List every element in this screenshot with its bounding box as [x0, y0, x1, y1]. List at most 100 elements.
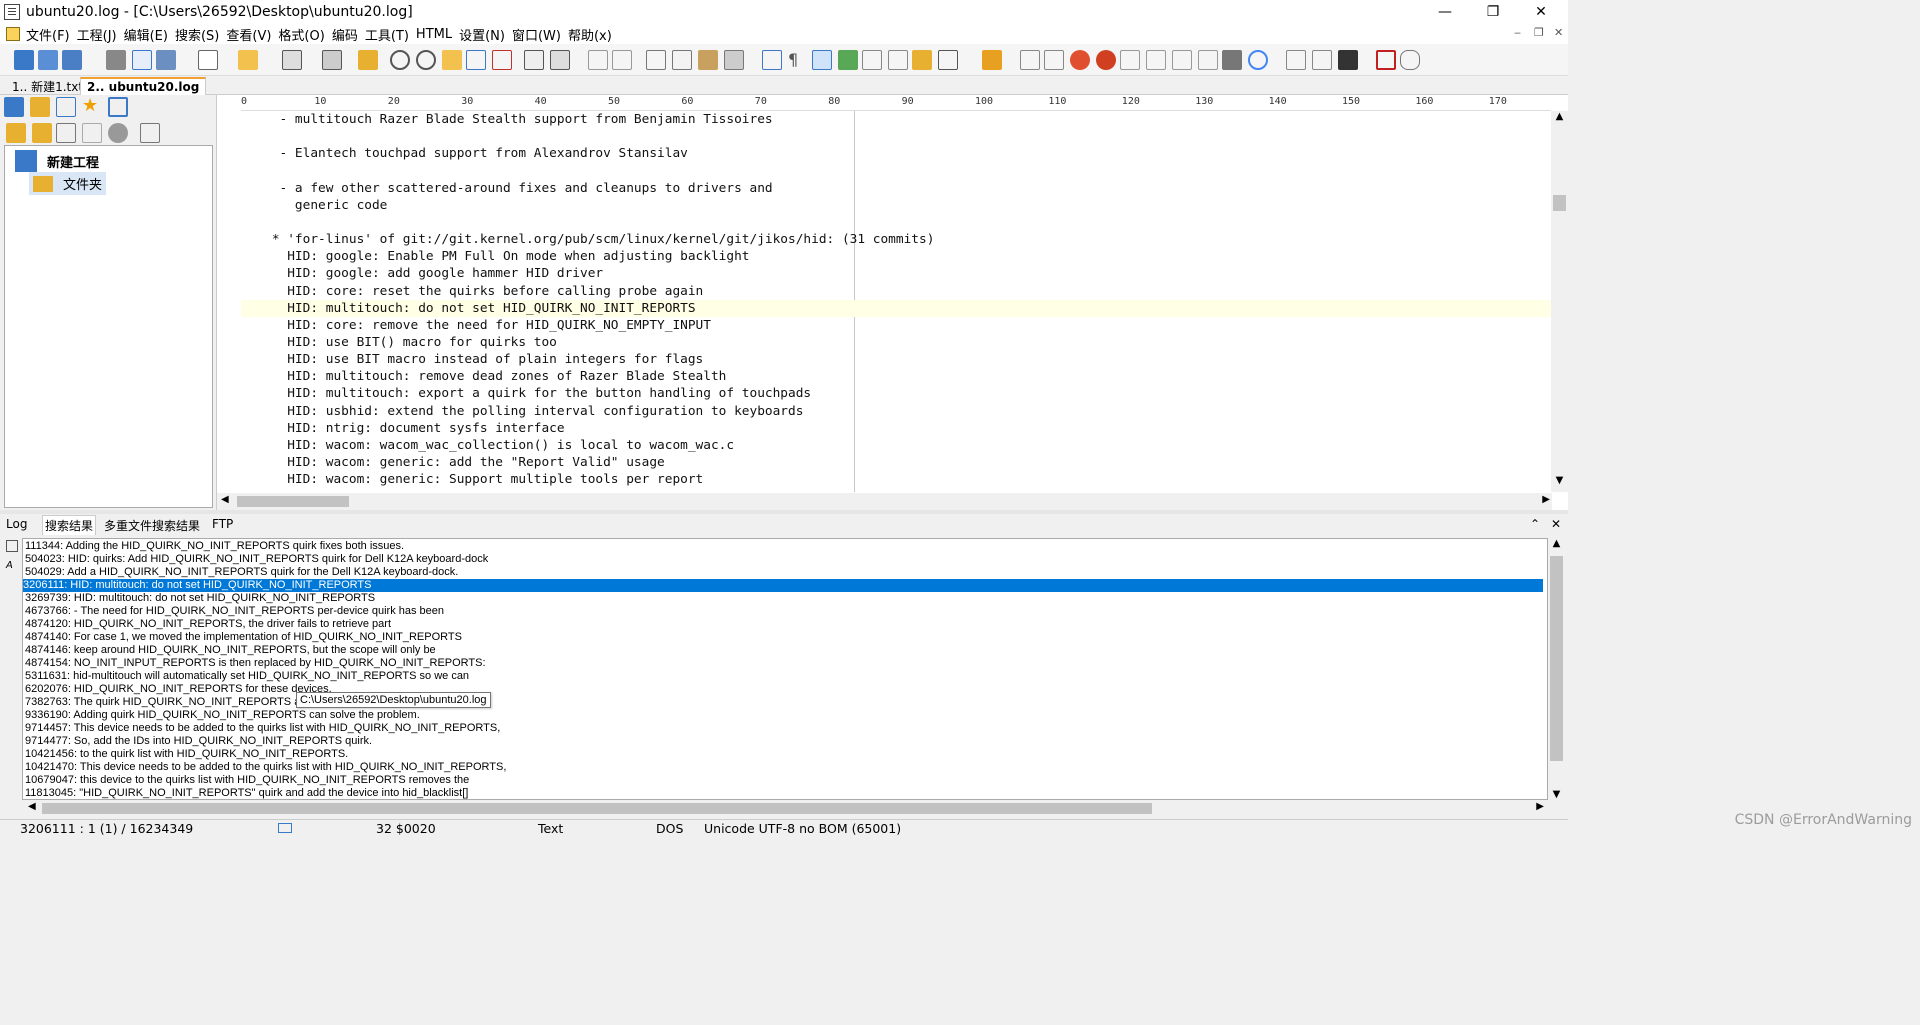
project-tools-icon[interactable]: [140, 123, 160, 143]
menu-format[interactable]: 格式(O): [278, 25, 331, 44]
scroll-down-icon[interactable]: ▼: [1551, 475, 1568, 492]
tab-search-results[interactable]: 搜索结果: [42, 515, 97, 535]
code-line[interactable]: HID: wacom: wacom_wac_collection() is lo…: [241, 437, 1551, 454]
results-font-icon[interactable]: A: [6, 560, 13, 571]
terminal-icon[interactable]: [1338, 50, 1358, 70]
replace-icon[interactable]: [416, 50, 436, 70]
tag-upper-icon[interactable]: [1146, 50, 1166, 70]
menu-tools[interactable]: 工具(T): [365, 25, 416, 44]
stop-record-icon[interactable]: [1376, 50, 1396, 70]
mdi-minimize-button[interactable]: ‒: [1514, 26, 1521, 39]
code-line[interactable]: HID: multitouch: export a quirk for the …: [241, 385, 1551, 402]
result-row[interactable]: 10679047: this device to the quirks list…: [25, 774, 1545, 787]
document-menu-icon[interactable]: [6, 27, 20, 41]
results-vertical-scrollbar[interactable]: ▲ ▼: [1548, 538, 1565, 800]
editor-hscroll-thumb[interactable]: [237, 496, 349, 507]
pin-icon[interactable]: [982, 50, 1002, 70]
new-file-icon[interactable]: [198, 50, 218, 70]
result-row[interactable]: 4673766: - The need for HID_QUIRK_NO_INI…: [25, 605, 1545, 618]
code-line[interactable]: HID: core: remove the need for HID_QUIRK…: [241, 317, 1551, 334]
current-line[interactable]: HID: multitouch: do not set HID_QUIRK_NO…: [241, 299, 1551, 317]
tag-lower-icon[interactable]: [1172, 50, 1192, 70]
code-line[interactable]: HID: usbhid: extend the polling interval…: [241, 403, 1551, 420]
tab-ftp[interactable]: FTP: [212, 517, 233, 531]
find-in-files-icon[interactable]: [442, 50, 462, 70]
print-icon[interactable]: [550, 50, 570, 70]
result-row[interactable]: 11813045: "HID_QUIRK_NO_INIT_REPORTS" qu…: [25, 787, 1545, 799]
menu-search[interactable]: 搜索(S): [175, 25, 226, 44]
print-preview-icon[interactable]: [524, 50, 544, 70]
ftp-tab-icon[interactable]: [56, 97, 76, 117]
result-row[interactable]: 9336190: Adding quirk HID_QUIRK_NO_INIT_…: [25, 709, 1545, 722]
status-wrap-icon[interactable]: [278, 823, 292, 833]
copy-icon[interactable]: [672, 50, 692, 70]
delete-icon[interactable]: [724, 50, 744, 70]
code-area[interactable]: - multitouch Razer Blade Stealth support…: [241, 111, 1551, 492]
results-scroll-up-icon[interactable]: ▲: [1548, 538, 1565, 549]
code-line[interactable]: - a few other scattered-around fixes and…: [241, 180, 1551, 197]
filter-icon[interactable]: [1222, 50, 1242, 70]
editor-vertical-scrollbar[interactable]: ▲ ▼: [1551, 111, 1568, 492]
minimize-button[interactable]: —: [1422, 0, 1468, 24]
results-horizontal-scrollbar[interactable]: ◀ ▶: [22, 800, 1548, 817]
tab-ubuntu20[interactable]: 2.. ubuntu20.log: [80, 77, 207, 95]
outdent-icon[interactable]: [1044, 50, 1064, 70]
save-all-icon[interactable]: [322, 50, 342, 70]
results-hscroll-thumb[interactable]: [42, 803, 1152, 814]
color-picker-10-icon[interactable]: [1096, 50, 1116, 70]
result-row[interactable]: 10421456: to the quirk list with HID_QUI…: [25, 748, 1545, 761]
html-to-text-icon[interactable]: [1120, 50, 1140, 70]
windows-tab-icon[interactable]: [108, 97, 128, 117]
tree-folder[interactable]: 文件夹: [29, 172, 107, 195]
remove-file-icon[interactable]: [82, 123, 102, 143]
selected-result-row[interactable]: 3206111: HID: multitouch: do not set HID…: [23, 579, 1543, 592]
menu-window[interactable]: 窗口(W): [512, 25, 568, 44]
mdi-close-button[interactable]: ✕: [1554, 26, 1563, 39]
show-spaces-icon[interactable]: ¶: [788, 50, 808, 70]
code-line[interactable]: [241, 214, 1551, 231]
open-file-icon[interactable]: [238, 50, 258, 70]
scroll-right-icon[interactable]: ▶: [1542, 494, 1550, 505]
menu-file[interactable]: 文件(F): [26, 25, 77, 44]
editor-scroll-thumb[interactable]: [1553, 195, 1566, 211]
line-numbers-icon[interactable]: [862, 50, 882, 70]
remove-folder-icon[interactable]: [32, 123, 52, 143]
code-line[interactable]: HID: wacom: generic: add the "Report Val…: [241, 454, 1551, 471]
result-row[interactable]: 4874146: keep around HID_QUIRK_NO_INIT_R…: [25, 644, 1545, 657]
menu-encoding[interactable]: 编码: [332, 25, 365, 44]
result-row[interactable]: 9714477: So, add the IDs into HID_QUIRK_…: [25, 735, 1545, 748]
save-project-icon[interactable]: [62, 50, 82, 70]
save-icon[interactable]: [282, 50, 302, 70]
undo-icon[interactable]: [588, 50, 608, 70]
menu-settings[interactable]: 设置(N): [459, 25, 512, 44]
code-line[interactable]: HID: wacom: generic: Support multiple to…: [241, 471, 1551, 488]
result-row[interactable]: 10421470: This device needs to be added …: [25, 761, 1545, 774]
new-project-icon[interactable]: [14, 50, 34, 70]
editor-horizontal-scrollbar[interactable]: ◀ ▶: [217, 493, 1552, 510]
code-line[interactable]: - multitouch Razer Blade Stealth support…: [241, 111, 1551, 128]
restore-button[interactable]: ❐: [1470, 0, 1516, 24]
tree-icon[interactable]: [358, 50, 378, 70]
result-row[interactable]: 4874140: For case 1, we moved the implem…: [25, 631, 1545, 644]
result-row[interactable]: 9714457: This device needs to be added t…: [25, 722, 1545, 735]
code-line[interactable]: [241, 128, 1551, 145]
close-button[interactable]: ✕: [1518, 0, 1564, 24]
code-line[interactable]: HID: multitouch: remove dead zones of Ra…: [241, 368, 1551, 385]
google-search-icon[interactable]: [1248, 50, 1268, 70]
folder-tab-icon[interactable]: [30, 97, 50, 117]
result-row[interactable]: 7382763: The quirk HID_QUIRK_NO_INIT_REP…: [25, 696, 1545, 709]
result-row[interactable]: 4874120: HID_QUIRK_NO_INIT_REPORTS, the …: [25, 618, 1545, 631]
word-wrap-icon[interactable]: [812, 50, 832, 70]
result-row[interactable]: 111344: Adding the HID_QUIRK_NO_INIT_REP…: [25, 540, 1545, 553]
tab-multi-file-search-results[interactable]: 多重文件搜索结果: [104, 517, 200, 534]
indent-icon[interactable]: [1020, 50, 1040, 70]
project-tab-icon[interactable]: [4, 97, 24, 117]
text-editor[interactable]: 0 10 20 30 40 50 60 70 80 90 100 110 120 130 140 150 160…: [216, 95, 1568, 510]
add-file-icon[interactable]: [56, 123, 76, 143]
lock-icon[interactable]: [912, 50, 932, 70]
result-row[interactable]: 6202076: HID_QUIRK_NO_INIT_REPORTS for t…: [25, 683, 1545, 696]
results-scroll-down-icon[interactable]: ▼: [1548, 789, 1565, 800]
project-settings-icon[interactable]: [156, 50, 176, 70]
add-folder-icon[interactable]: [6, 123, 26, 143]
status-mode[interactable]: Text: [538, 821, 563, 836]
